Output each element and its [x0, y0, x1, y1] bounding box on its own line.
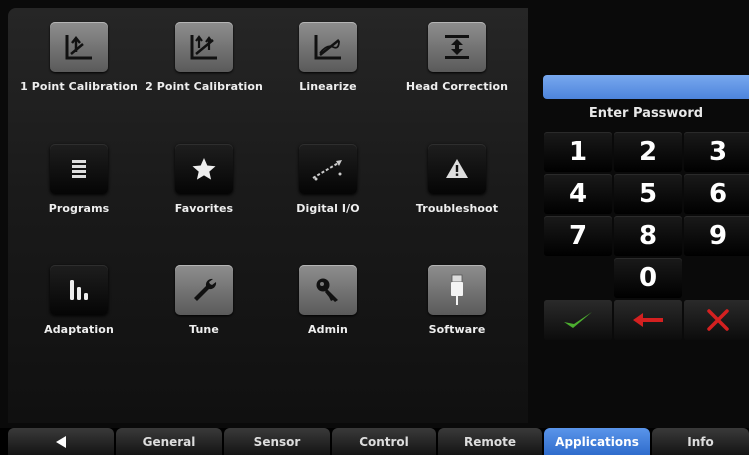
app-label: Adaptation	[44, 323, 114, 336]
two-point-calibration-icon	[175, 22, 233, 72]
bottom-navigation: General Sensor Control Remote Applicatio…	[0, 428, 749, 455]
enter-password-label: Enter Password	[588, 106, 704, 121]
backspace-button[interactable]	[614, 300, 682, 340]
back-triangle-icon	[56, 435, 66, 448]
tab-control[interactable]: Control	[332, 428, 436, 455]
app-digital-io[interactable]: Digital I/O	[263, 136, 393, 246]
app-head-correction[interactable]: Head Correction	[392, 14, 522, 124]
app-tune[interactable]: Tune	[139, 257, 269, 367]
app-software[interactable]: Software	[392, 257, 522, 367]
app-one-point-calibration[interactable]: 1 Point Calibration	[14, 14, 144, 124]
tab-general[interactable]: General	[116, 428, 222, 455]
key-4[interactable]: 4	[544, 174, 612, 214]
screen: 1 Point Calibration 2 Point Calibration	[0, 0, 749, 455]
accept-button[interactable]	[544, 300, 612, 340]
back-button[interactable]	[8, 428, 114, 455]
app-label: Favorites	[174, 202, 234, 215]
tab-applications[interactable]: Applications	[544, 428, 650, 455]
back-arrow-icon	[633, 313, 663, 327]
key-6[interactable]: 6	[684, 174, 749, 214]
tab-sensor[interactable]: Sensor	[224, 428, 330, 455]
app-programs[interactable]: Programs	[14, 136, 144, 246]
adaptation-icon	[50, 265, 108, 315]
key-0[interactable]: 0	[614, 258, 682, 298]
app-label: Linearize	[299, 80, 357, 93]
app-adaptation[interactable]: Adaptation	[14, 257, 144, 367]
favorites-star-icon	[175, 144, 233, 194]
tab-remote[interactable]: Remote	[438, 428, 542, 455]
app-label: Head Correction	[405, 80, 509, 93]
app-linearize[interactable]: Linearize	[263, 14, 393, 124]
x-icon	[707, 309, 729, 331]
key-7[interactable]: 7	[544, 216, 612, 256]
applications-panel: 1 Point Calibration 2 Point Calibration	[8, 8, 528, 423]
tab-info[interactable]: Info	[652, 428, 749, 455]
checkmark-icon	[564, 312, 592, 328]
app-label: 2 Point Calibration	[145, 80, 263, 93]
software-usb-icon	[428, 265, 486, 315]
app-label: Software	[428, 323, 486, 336]
troubleshoot-warning-icon	[428, 144, 486, 194]
tune-wrench-icon	[175, 265, 233, 315]
app-label: Digital I/O	[296, 202, 360, 215]
digital-io-icon	[299, 144, 357, 194]
app-admin[interactable]: Admin	[263, 257, 393, 367]
app-favorites[interactable]: Favorites	[139, 136, 269, 246]
programs-icon	[50, 144, 108, 194]
app-troubleshoot[interactable]: Troubleshoot	[392, 136, 522, 246]
admin-key-icon	[299, 265, 357, 315]
key-2[interactable]: 2	[614, 132, 682, 172]
one-point-calibration-icon	[50, 22, 108, 72]
app-label: 1 Point Calibration	[20, 80, 138, 93]
head-correction-icon	[428, 22, 486, 72]
password-input[interactable]	[543, 75, 749, 99]
app-two-point-calibration[interactable]: 2 Point Calibration	[139, 14, 269, 124]
cancel-button[interactable]	[684, 300, 749, 340]
key-8[interactable]: 8	[614, 216, 682, 256]
app-label: Admin	[308, 323, 348, 336]
app-label: Troubleshoot	[415, 202, 499, 215]
key-9[interactable]: 9	[684, 216, 749, 256]
app-label: Programs	[48, 202, 110, 215]
app-label: Tune	[189, 323, 219, 336]
linearize-icon	[299, 22, 357, 72]
key-1[interactable]: 1	[544, 132, 612, 172]
key-5[interactable]: 5	[614, 174, 682, 214]
key-3[interactable]: 3	[684, 132, 749, 172]
